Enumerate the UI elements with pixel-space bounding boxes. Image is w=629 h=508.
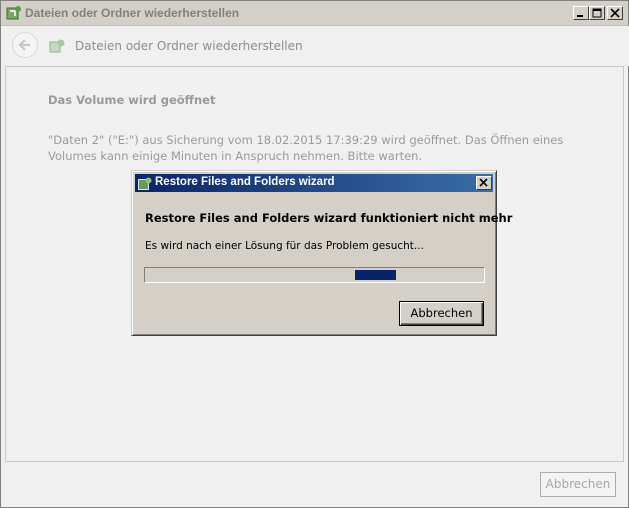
dialog-heading: Restore Files and Folders wizard funktio… <box>145 211 513 225</box>
dialog-title-bar[interactable]: Restore Files and Folders wizard <box>135 174 493 192</box>
restore-app-icon <box>6 5 22 21</box>
section-description: "Daten 2" ("E:") aus Sicherung vom 18.02… <box>48 133 564 163</box>
back-arrow-icon[interactable] <box>12 32 38 58</box>
cancel-button[interactable]: Abbrechen <box>540 472 616 497</box>
page-title: Dateien oder Ordner wiederherstellen <box>75 39 303 53</box>
nav-bar: Dateien oder Ordner wiederherstellen <box>2 26 629 66</box>
window-title: Dateien oder Ordner wiederherstellen <box>25 6 240 20</box>
dialog-title: Restore Files and Folders wizard <box>155 176 335 188</box>
section-heading: Das Volume wird geöffnet <box>48 93 216 107</box>
error-dialog: Restore Files and Folders wizard Restore… <box>131 170 512 336</box>
minimize-icon[interactable] <box>573 6 589 20</box>
progress-fill <box>355 270 396 280</box>
close-icon[interactable] <box>476 176 492 190</box>
wizard-icon <box>138 176 152 190</box>
title-bar[interactable]: Dateien oder Ordner wiederherstellen <box>1 1 628 26</box>
close-icon[interactable] <box>607 6 623 20</box>
restore-nav-icon <box>48 38 66 54</box>
progress-bar <box>144 267 485 283</box>
maximize-icon[interactable] <box>589 6 605 20</box>
dialog-status: Es wird nach einer Lösung für das Proble… <box>145 240 424 252</box>
dialog-cancel-button[interactable]: Abbrechen <box>399 301 484 326</box>
